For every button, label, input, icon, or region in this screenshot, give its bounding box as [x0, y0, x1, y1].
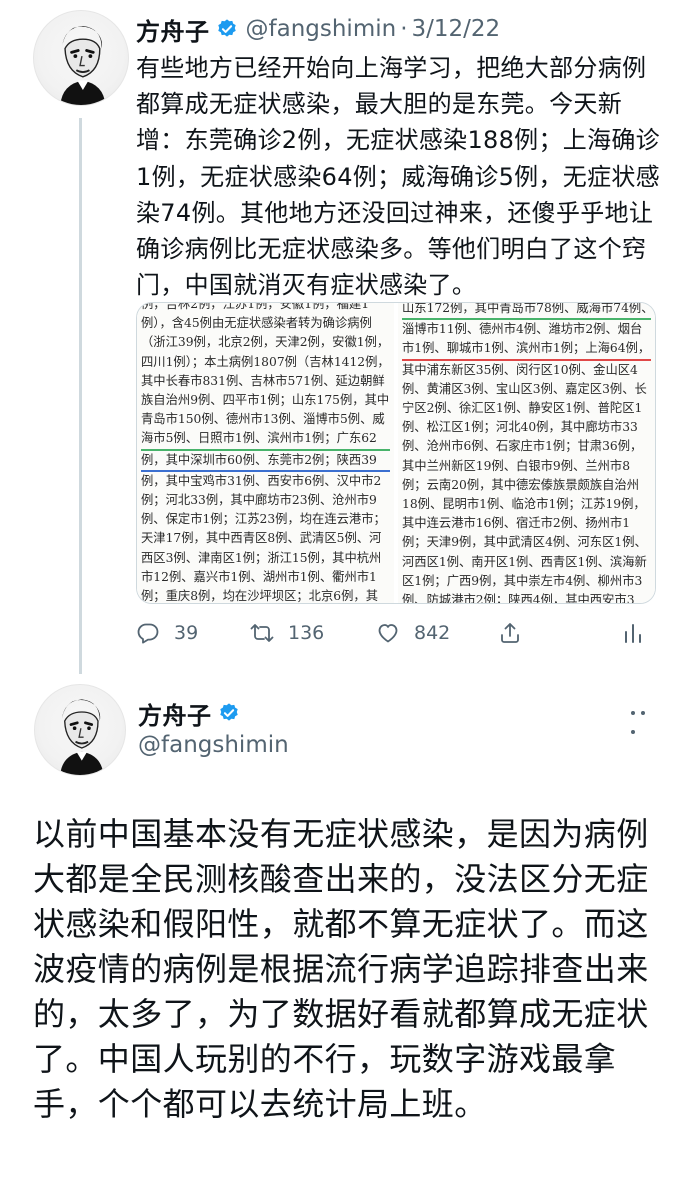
media-text-line: （浙江39例，北京2例，天津2例，安徽1例，	[141, 335, 390, 350]
media-text-line: 例、黄浦区3例、宝山区3例、嘉定区3例、长	[402, 381, 647, 396]
media-text-line: 市12例、嘉兴市1例、湖州市1例、衢州市1	[141, 569, 377, 584]
separator-dot: ·	[400, 16, 408, 42]
media-text-line: 例；天津9例，其中武清区4例、河东区1例、	[402, 535, 647, 550]
media-right-column: 山东172例，其中青岛市78例、威海市74例、 淄博市11例、德州市4例、潍坊市…	[398, 303, 655, 603]
media-text-line: 天津17例，其中西青区8例、武清区5例、河	[141, 531, 382, 546]
media-text-line: 例、沧州市6例、石家庄市1例；甘肃36例，	[402, 439, 643, 454]
media-text-line-highlighted: 市1例、聊城市1例、滨州市1例；上海64例，	[402, 339, 651, 361]
author-handle[interactable]: @fangshimin	[246, 16, 397, 42]
media-text-line: 四川1例）；本土病例1807例（吉林1412例，	[141, 354, 390, 369]
verified-badge-icon	[217, 19, 236, 37]
media-text-line: 例、保定市1例；江苏23例，均在连云港市；	[141, 512, 386, 527]
media-text-line: 宁区2例、徐汇区1例、静安区1例、普陀区1	[402, 401, 643, 416]
reply-icon	[137, 623, 159, 644]
tweet-media-image[interactable]: 例，吉林2例，江苏1例，安徽1例，福建1 例），含45例由无症状感染者转为确诊病…	[136, 302, 656, 604]
share-button[interactable]	[498, 621, 536, 645]
author-name[interactable]: 方舟子	[136, 12, 210, 47]
avatar[interactable]	[34, 684, 126, 776]
media-text-line: 例；重庆8例，均在沙坪坝区；北京6例，其	[141, 589, 378, 603]
more-icon	[631, 711, 635, 715]
media-text-line-highlighted: 例，其中深圳市60例、东莞市2例；陕西39	[141, 451, 390, 472]
media-text-line: 青岛市150例、德州市13例、淄博市5例、威	[141, 412, 385, 427]
tweet-date[interactable]: 3/12/22	[412, 16, 501, 42]
thread-connector-line	[79, 118, 82, 674]
retweet-button[interactable]: 136	[250, 621, 324, 645]
avatar[interactable]	[33, 10, 129, 106]
media-text-line: 淄博市11例、德州市4例、潍坊市2例、烟台	[402, 322, 643, 337]
tweet-header: 方舟子 @fangshimin · 3/12/22	[136, 12, 500, 46]
media-text-line: 西区3例、津南区1例；浙江15例，其中杭州	[141, 550, 382, 565]
more-options-button[interactable]	[628, 700, 656, 734]
media-text-line: 例、防城港市2例；陕西4例，其中西安市3	[402, 593, 635, 603]
media-text-line: 18例、昆明市1例、临沧市1例；江苏19例，	[402, 497, 646, 512]
media-text-line: 例；云南20例，其中德宏傣族景颇族自治州	[402, 477, 639, 492]
media-text-line: 例，其中宝鸡市31例、西安市6例、汉中市2	[141, 473, 382, 488]
reply-button[interactable]: 39	[136, 621, 198, 645]
reply-count: 39	[174, 622, 199, 644]
like-button[interactable]: 842	[376, 621, 450, 645]
tweet-actions: 39 136 842	[136, 618, 656, 648]
avatar-portrait-icon	[60, 699, 104, 775]
media-text-line: 其中连云港市16例、宿迁市2例、扬州市1	[402, 516, 631, 531]
tweet-header: 方舟子	[138, 696, 240, 730]
tweet-text: 有些地方已经开始向上海学习，把绝大部分病例都算成无症状感染，最大胆的是东莞。今天…	[136, 54, 660, 300]
media-text-line: 其中兰州新区19例、白银市9例、兰州市8	[402, 458, 631, 473]
media-text-line: 例；河北33例，其中廊坊市23例、沧州市9	[141, 493, 377, 508]
share-icon	[501, 623, 519, 643]
retweet-icon	[250, 624, 274, 642]
retweet-count: 136	[288, 622, 325, 644]
like-icon	[378, 624, 398, 643]
media-text-line: 其中浦东新区35例、闵行区10例、金山区4	[402, 362, 638, 377]
media-left-column: 例，吉林2例，江苏1例，安徽1例，福建1 例），含45例由无症状感染者转为确诊病…	[137, 302, 398, 603]
media-text-line: 区1例；广西9例，其中崇左市4例、柳州市3	[402, 573, 643, 588]
analytics-button[interactable]	[621, 621, 659, 645]
media-text-line: 其中长春市831例、吉林市571例、延边朝鲜	[141, 373, 385, 388]
media-text-line: 族自治州9例、四平市1例；山东175例，其中	[141, 393, 390, 408]
author-name[interactable]: 方舟子	[138, 696, 212, 731]
like-count: 842	[414, 622, 451, 644]
author-handle[interactable]: @fangshimin	[138, 732, 289, 758]
tweet-text: 以前中国基本没有无症状感染，是因为病例大都是全民测核酸查出来的，没法区分无症状感…	[33, 815, 649, 1123]
analytics-icon	[625, 624, 641, 643]
media-text-line: 例，吉林2例，江苏1例，安徽1例，福建1	[141, 302, 370, 311]
media-text-line: 河西区1例、南开区1例、西青区1例、滨海新	[402, 554, 647, 569]
media-text-line: 例），含45例由无症状感染者转为确诊病例	[141, 316, 372, 331]
media-text-line: 例、松江区1例；河北40例，其中廊坊市33	[402, 420, 638, 435]
verified-badge-icon	[219, 703, 238, 721]
media-text-line-highlighted: 海市5例、日照市1例、滨州市1例；广东62	[141, 429, 390, 451]
avatar-portrait-icon	[60, 26, 106, 105]
media-text-line-highlighted: 山东172例，其中青岛市78例、威海市74例、	[402, 303, 654, 321]
